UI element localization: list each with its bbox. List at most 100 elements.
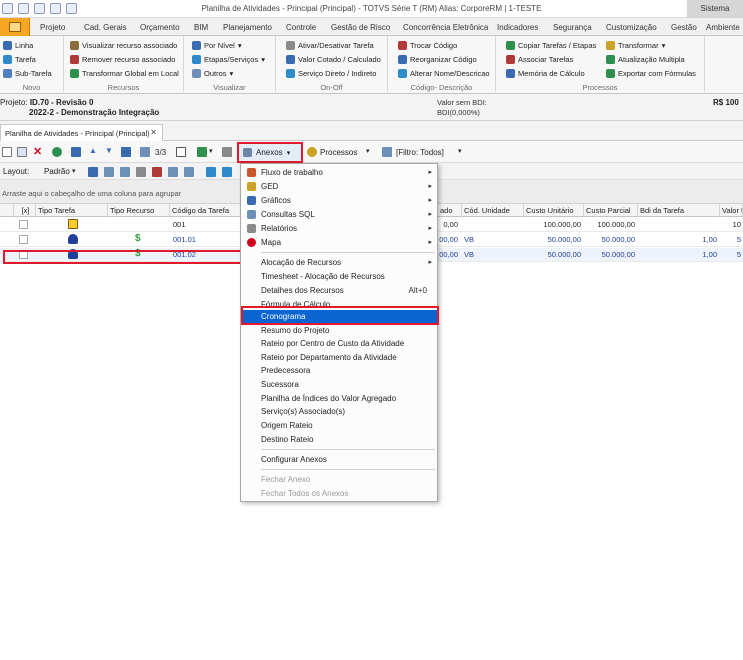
column-header-cod-unidade[interactable]: Cód. Unidade: [462, 204, 524, 217]
menu-item-ged[interactable]: GED ▸: [241, 180, 437, 193]
tab-orcamento[interactable]: Orçamento: [140, 23, 180, 32]
tab-cad-gerais[interactable]: Cad. Gerais: [84, 23, 127, 32]
column-header-tipo-tarefa[interactable]: Tipo Tarefa: [36, 204, 108, 217]
layout-icon[interactable]: [168, 167, 178, 177]
processes-icon[interactable]: [307, 147, 317, 157]
layout-icon[interactable]: [120, 167, 130, 177]
menu-item-origem-rateio[interactable]: Origem Rateio: [241, 419, 437, 432]
layout-icon[interactable]: [206, 167, 216, 177]
menu-item-detalhes-recursos[interactable]: Detalhes dos Recursos Alt+0: [241, 284, 437, 297]
row-checkbox[interactable]: [19, 235, 28, 244]
file-menu-button[interactable]: [0, 18, 30, 36]
servico-direto-button[interactable]: Serviço Direto / Indireto: [286, 67, 376, 80]
details-icon[interactable]: [176, 147, 186, 157]
move-top-icon[interactable]: [71, 147, 81, 157]
valor-cotado-button[interactable]: Valor Cotado / Calculado: [286, 53, 381, 66]
linha-button[interactable]: Linha: [3, 39, 33, 52]
memoria-calculo-button[interactable]: Memória de Cálculo: [506, 67, 585, 80]
menu-item-alocacao-recursos[interactable]: Alocação de Recursos ▸: [241, 256, 437, 269]
tab-planilha-atividades[interactable]: Planilha de Atividades - Principal (Prin…: [0, 124, 163, 141]
ativar-desativar-button[interactable]: Ativar/Desativar Tarefa: [286, 39, 374, 52]
column-header-codigo-tarefa[interactable]: Código da Tarefa: [170, 204, 241, 217]
menu-item-consultas-sql[interactable]: Consultas SQL ▸: [241, 208, 437, 221]
layout-icon[interactable]: [104, 167, 114, 177]
layout-icon[interactable]: [222, 167, 232, 177]
transformar-global-button[interactable]: Transformar Global em Local: [70, 67, 179, 80]
tab-ambiente[interactable]: Ambiente: [706, 23, 740, 32]
sub-tarefa-button[interactable]: Sub-Tarefa: [3, 67, 52, 80]
sistema-tab[interactable]: Sistema: [687, 0, 743, 18]
edit-icon[interactable]: [17, 147, 27, 157]
column-header-ado[interactable]: ado: [438, 204, 462, 217]
outros-button[interactable]: Outros ▾: [192, 67, 233, 80]
reorganizar-codigo-button[interactable]: Reorganizar Código: [398, 53, 477, 66]
remover-recurso-button[interactable]: Remover recurso associado: [70, 53, 175, 66]
menu-item-predecessora[interactable]: Predecessora: [241, 364, 437, 377]
etapas-servicos-button[interactable]: Etapas/Serviços ▾: [192, 53, 265, 66]
tab-gestao-de-risco[interactable]: Gestão de Risco: [331, 23, 390, 32]
chevron-down-icon[interactable]: ▾: [366, 147, 370, 155]
move-down-icon[interactable]: ▼: [105, 146, 113, 155]
close-icon[interactable]: ✕: [150, 128, 157, 137]
trocar-codigo-button[interactable]: Trocar Código: [398, 39, 457, 52]
new-icon[interactable]: [2, 147, 12, 157]
column-header-bdi-tarefa[interactable]: Bdi da Tarefa: [638, 204, 720, 217]
row-checkbox[interactable]: [19, 220, 28, 229]
column-header-tipo-recurso[interactable]: Tipo Recurso: [108, 204, 170, 217]
export-icon[interactable]: [197, 147, 207, 157]
associar-tarefas-button[interactable]: Associar Tarefas: [506, 53, 573, 66]
tab-indicadores[interactable]: Indicadores: [497, 23, 538, 32]
column-header-custo-unitario[interactable]: Custo Unitário: [524, 204, 584, 217]
visualizar-recurso-button[interactable]: Visualizar recurso associado: [70, 39, 177, 52]
anexos-button[interactable]: Anexos ▾: [237, 142, 303, 163]
menu-item-graficos[interactable]: Gráficos ▸: [241, 194, 437, 207]
transformar-button[interactable]: Transformar ▾: [606, 39, 665, 52]
column-header-custo-parcial[interactable]: Custo Parcial: [584, 204, 638, 217]
filter-button[interactable]: [Filtro: Todos]: [396, 148, 444, 157]
menu-item-mapa[interactable]: Mapa ▸: [241, 236, 437, 249]
tab-bim[interactable]: BIM: [194, 23, 208, 32]
binoculars-icon[interactable]: [140, 147, 150, 157]
tab-controle[interactable]: Controle: [286, 23, 316, 32]
move-up-icon[interactable]: ▲: [89, 146, 97, 155]
chevron-down-icon[interactable]: ▾: [209, 147, 213, 155]
menu-item-indices-valor-agregado[interactable]: Planilha de Índices do Valor Agregado: [241, 392, 437, 405]
menu-item-destino-rateio[interactable]: Destino Rateio: [241, 433, 437, 446]
layout-icon[interactable]: [136, 167, 146, 177]
tarefa-button[interactable]: Tarefa: [3, 53, 36, 66]
refresh-icon[interactable]: [52, 147, 62, 157]
exportar-formulas-button[interactable]: Exportar com Fórmulas: [606, 67, 696, 80]
menu-item-sucessora[interactable]: Sucessora: [241, 378, 437, 391]
delete-icon[interactable]: ✕: [33, 145, 42, 158]
print-icon[interactable]: [222, 147, 232, 157]
tab-projeto[interactable]: Projeto: [40, 23, 65, 32]
processos-button[interactable]: Processos: [320, 148, 357, 157]
layout-save-icon[interactable]: [88, 167, 98, 177]
chevron-down-icon[interactable]: ▾: [458, 147, 462, 155]
column-header-valor[interactable]: Valor U: [720, 204, 743, 217]
menu-item-configurar-anexos[interactable]: Configurar Anexos: [241, 453, 437, 466]
menu-item-rateio-departamento[interactable]: Rateio por Departamento da Atividade: [241, 351, 437, 364]
tab-seguranca[interactable]: Segurança: [553, 23, 592, 32]
column-header-select[interactable]: [x]: [14, 204, 36, 217]
filter-icon[interactable]: [382, 147, 392, 157]
alterar-nome-button[interactable]: Alterar Nome/Descricao: [398, 67, 490, 80]
tab-customizacao[interactable]: Customização: [606, 23, 657, 32]
layout-icon[interactable]: [152, 167, 162, 177]
copiar-tarefas-button[interactable]: Copiar Tarefas / Etapas: [506, 39, 596, 52]
menu-item-servicos-associados[interactable]: Serviço(s) Associado(s): [241, 405, 437, 418]
atualizacao-multipla-button[interactable]: Atualização Multipla: [606, 53, 685, 66]
layout-select[interactable]: Padrão: [44, 167, 70, 176]
tab-planejamento[interactable]: Planejamento: [223, 23, 272, 32]
menu-item-rateio-centro-custo[interactable]: Rateio por Centro de Custo da Atividade: [241, 337, 437, 350]
chevron-down-icon[interactable]: ▾: [72, 167, 76, 175]
layout-icon[interactable]: [184, 167, 194, 177]
tab-gestao[interactable]: Gestão: [671, 23, 697, 32]
menu-item-resumo-projeto[interactable]: Resumo do Projeto: [241, 324, 437, 337]
menu-item-timesheet[interactable]: Timesheet - Alocação de Recursos: [241, 270, 437, 283]
por-nivel-button[interactable]: Por Nível ▾: [192, 39, 242, 52]
tab-concorrencia-eletronica[interactable]: Concorrência Eletrônica: [403, 23, 488, 32]
menu-item-fluxo-de-trabalho[interactable]: Fluxo de trabalho ▸: [241, 166, 437, 179]
move-bottom-icon[interactable]: [121, 147, 131, 157]
menu-item-relatorios[interactable]: Relatórios ▸: [241, 222, 437, 235]
